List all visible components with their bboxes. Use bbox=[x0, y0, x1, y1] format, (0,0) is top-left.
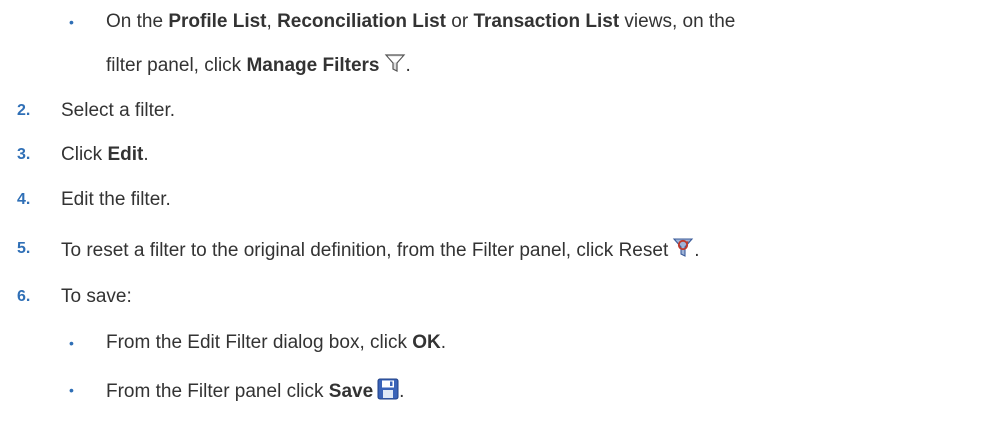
ok-label: OK bbox=[412, 332, 441, 353]
step-text: Select a filter. bbox=[61, 100, 176, 121]
floppy-disk-icon bbox=[377, 378, 399, 407]
edit-label: Edit bbox=[107, 144, 144, 165]
save-label: Save bbox=[328, 381, 374, 402]
manage-filters-label: Manage Filters bbox=[246, 55, 380, 76]
step-number: 5. bbox=[17, 240, 31, 257]
bullet-marker: • bbox=[69, 382, 74, 398]
step-text: Click Edit. bbox=[61, 144, 149, 165]
bullet-text: On the Profile List, Reconciliation List… bbox=[106, 11, 736, 32]
profile-list-label: Profile List bbox=[168, 11, 267, 32]
step-number: 2. bbox=[17, 102, 31, 119]
bullet-text: From the Filter panel click Save. bbox=[106, 378, 404, 407]
reset-filter-icon bbox=[672, 237, 694, 266]
reconciliation-list-label: Reconciliation List bbox=[277, 11, 446, 32]
step-text: Edit the filter. bbox=[61, 189, 171, 210]
bullet-marker: • bbox=[69, 14, 74, 30]
step-number: 3. bbox=[17, 146, 31, 163]
bullet-text-cont: filter panel, click Manage Filters. bbox=[106, 52, 411, 81]
funnel-icon bbox=[384, 52, 406, 81]
step-text: To reset a filter to the original defini… bbox=[61, 237, 700, 266]
bullet-marker: • bbox=[69, 335, 74, 351]
transaction-list-label: Transaction List bbox=[473, 11, 620, 32]
step-number: 4. bbox=[17, 191, 31, 208]
step-text: To save: bbox=[61, 286, 132, 307]
bullet-text: From the Edit Filter dialog box, click O… bbox=[106, 332, 446, 353]
step-number: 6. bbox=[17, 288, 31, 305]
